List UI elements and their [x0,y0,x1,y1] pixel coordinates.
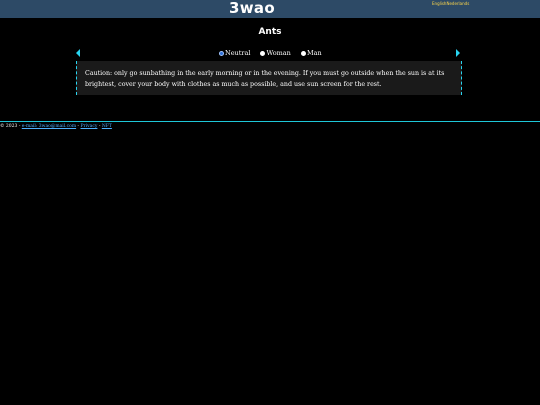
radio-woman-label: Woman [266,49,291,57]
content-panel: Caution: only go sunbathing in the early… [76,61,462,95]
footer: © 2023 - e-mail: 3wao@mail.com - Privacy… [0,124,112,129]
language-english-link[interactable]: English [432,1,446,6]
nft-link[interactable]: NFT [102,124,112,129]
content-text: Caution: only go sunbathing in the early… [85,70,445,88]
footer-separator: - [98,124,101,129]
top-bar: 3wao EnglishNederlands [0,0,540,18]
arrow-right-icon[interactable] [456,49,460,57]
radio-man-button[interactable] [300,50,306,56]
copyright-text: © 2023 - [0,124,21,129]
radio-neutral-button[interactable] [219,50,224,56]
email-link[interactable]: e-mail: 3wao@mail.com [22,124,76,129]
language-nederlands-link[interactable]: Nederlands [446,1,469,6]
radio-woman-button[interactable] [260,50,266,56]
privacy-link[interactable]: Privacy [81,124,98,129]
footer-separator: - [77,124,80,129]
radio-neutral-label: Neutral [225,49,251,57]
footer-divider [0,121,540,122]
arrow-left-icon[interactable] [76,49,80,57]
language-switcher: EnglishNederlands [432,1,469,6]
site-logo[interactable]: 3wao [229,0,275,17]
radio-man[interactable]: Man [300,49,322,57]
radio-woman[interactable]: Woman [260,49,291,57]
page-title: Ants [258,27,282,37]
gender-selector: Neutral Woman Man [219,49,330,58]
radio-man-label: Man [306,49,322,57]
radio-neutral[interactable]: Neutral [219,49,250,57]
